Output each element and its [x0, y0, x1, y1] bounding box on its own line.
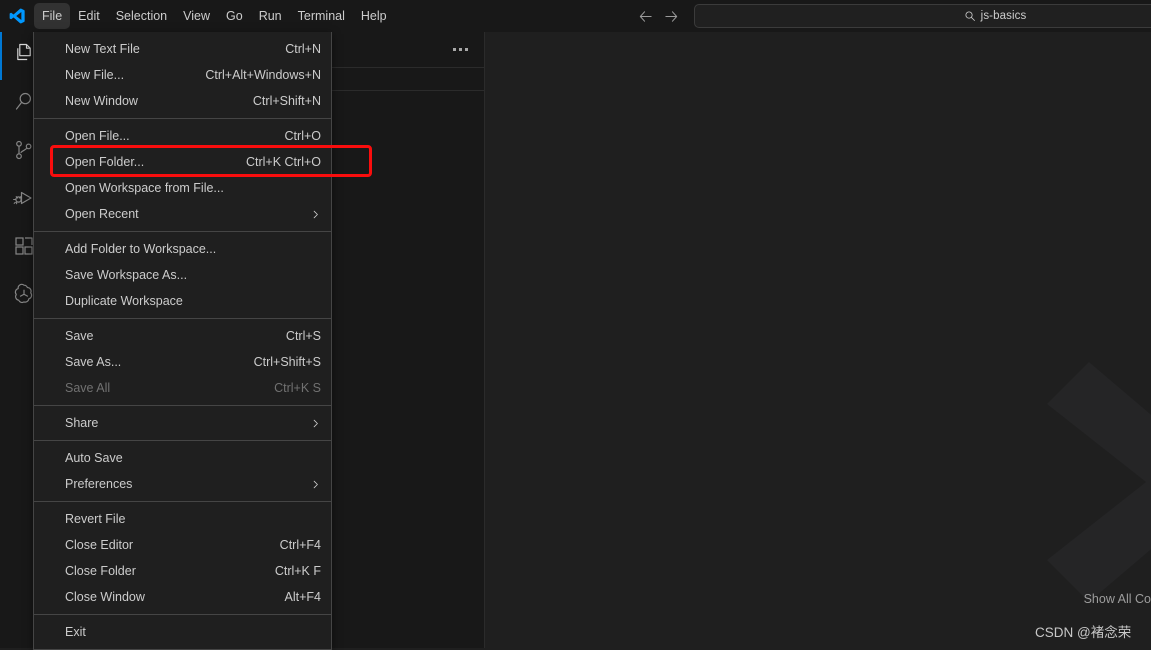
- title-bar-center: js-basics: [632, 0, 1151, 32]
- menu-item-label: Revert File: [65, 512, 126, 526]
- menubar-item-view[interactable]: View: [175, 3, 218, 29]
- menu-item-keybinding: Ctrl+F4: [279, 538, 321, 552]
- vscode-logo-icon: [0, 0, 34, 32]
- menu-item-close-folder[interactable]: Close Folder Ctrl+K F: [34, 558, 331, 584]
- menu-item-save-as[interactable]: Save As... Ctrl+Shift+S: [34, 349, 331, 375]
- menu-item-label: Open Workspace from File...: [65, 181, 224, 195]
- menu-item-exit[interactable]: Exit: [34, 619, 331, 645]
- menu-bar: File Edit Selection View Go Run Terminal…: [34, 0, 395, 32]
- dot: [465, 48, 468, 51]
- menubar-item-terminal[interactable]: Terminal: [290, 3, 353, 29]
- menu-item-new-text-file[interactable]: New Text File Ctrl+N: [34, 36, 331, 62]
- menu-separator: [34, 231, 331, 232]
- menu-item-open-file[interactable]: Open File... Ctrl+O: [34, 123, 331, 149]
- menu-item-label: Close Window: [65, 590, 145, 604]
- menu-item-add-folder-to-workspace[interactable]: Add Folder to Workspace...: [34, 236, 331, 262]
- menu-item-label: Save: [65, 329, 94, 343]
- menu-separator: [34, 118, 331, 119]
- menu-item-duplicate-workspace[interactable]: Duplicate Workspace: [34, 288, 331, 314]
- menu-separator: [34, 501, 331, 502]
- menu-item-open-recent[interactable]: Open Recent: [34, 201, 331, 227]
- menu-item-keybinding: Ctrl+Shift+N: [252, 94, 321, 108]
- menu-item-share[interactable]: Share: [34, 410, 331, 436]
- menu-item-save-all: Save All Ctrl+K S: [34, 375, 331, 401]
- menu-item-open-folder[interactable]: Open Folder... Ctrl+K Ctrl+O: [34, 149, 331, 175]
- menu-item-keybinding: Ctrl+K F: [274, 564, 321, 578]
- menu-item-new-window[interactable]: New Window Ctrl+Shift+N: [34, 88, 331, 114]
- title-bar: File Edit Selection View Go Run Terminal…: [0, 0, 1151, 32]
- dot: [459, 48, 462, 51]
- menu-item-open-workspace-from-file[interactable]: Open Workspace from File...: [34, 175, 331, 201]
- menu-item-label: Save All: [65, 381, 111, 395]
- chevron-right-icon: [310, 479, 321, 490]
- menu-item-label: Auto Save: [65, 451, 123, 465]
- chevron-right-icon: [310, 418, 321, 429]
- menu-item-label: Exit: [65, 625, 86, 639]
- arrow-left-icon[interactable]: [632, 5, 658, 27]
- menu-item-keybinding: Ctrl+S: [285, 329, 321, 343]
- menu-item-keybinding: Ctrl+N: [285, 42, 321, 56]
- menu-item-new-file[interactable]: New File... Ctrl+Alt+Windows+N: [34, 62, 331, 88]
- file-menu-dropdown: New Text File Ctrl+N New File... Ctrl+Alt+W…: [33, 32, 332, 650]
- menu-item-close-window[interactable]: Close Window Alt+F4: [34, 584, 331, 610]
- menu-item-label: New File...: [65, 68, 125, 82]
- menubar-item-help[interactable]: Help: [353, 3, 395, 29]
- command-center-value: js-basics: [980, 10, 1027, 22]
- menu-item-keybinding: Ctrl+K Ctrl+O: [245, 155, 321, 169]
- menu-item-close-editor[interactable]: Close Editor Ctrl+F4: [34, 532, 331, 558]
- menubar-item-edit[interactable]: Edit: [70, 3, 108, 29]
- csdn-watermark: CSDN @褚念荣: [1035, 625, 1132, 640]
- menu-item-label: Share: [65, 416, 99, 430]
- menu-item-label: Close Folder: [65, 564, 136, 578]
- menu-item-keybinding: Ctrl+Alt+Windows+N: [205, 68, 321, 82]
- menu-item-label: New Text File: [65, 42, 140, 56]
- menu-item-label: Duplicate Workspace: [65, 294, 183, 308]
- chevron-right-icon: [310, 209, 321, 220]
- menu-item-label: Close Editor: [65, 538, 134, 552]
- dot: [453, 48, 456, 51]
- editor-area: Show All Co: [485, 32, 1151, 648]
- menu-item-keybinding: Ctrl+Shift+S: [253, 355, 321, 369]
- menu-item-save-workspace-as[interactable]: Save Workspace As...: [34, 262, 331, 288]
- menu-item-keybinding: Ctrl+O: [284, 129, 321, 143]
- arrow-right-icon[interactable]: [658, 5, 684, 27]
- command-center-search[interactable]: js-basics: [694, 4, 1151, 28]
- menu-item-keybinding: Alt+F4: [284, 590, 321, 604]
- menu-item-save[interactable]: Save Ctrl+S: [34, 323, 331, 349]
- menu-separator: [34, 614, 331, 615]
- editor-hint-text: Show All Co: [1083, 592, 1151, 606]
- menu-separator: [34, 318, 331, 319]
- menubar-item-selection[interactable]: Selection: [108, 3, 175, 29]
- menu-item-label: Add Folder to Workspace...: [65, 242, 217, 256]
- menu-item-label: Save Workspace As...: [65, 268, 188, 282]
- ellipsis-icon[interactable]: [453, 48, 468, 51]
- menu-item-keybinding: Ctrl+K S: [274, 381, 321, 395]
- menu-item-auto-save[interactable]: Auto Save: [34, 445, 331, 471]
- menu-separator: [34, 405, 331, 406]
- menubar-item-run[interactable]: Run: [251, 3, 290, 29]
- menu-item-label: Preferences: [65, 477, 133, 491]
- search-icon: [964, 10, 976, 22]
- menu-item-preferences[interactable]: Preferences: [34, 471, 331, 497]
- menu-item-label: Open Recent: [65, 207, 139, 221]
- menu-item-label: Open Folder...: [65, 155, 145, 169]
- menubar-item-file[interactable]: File: [34, 3, 71, 29]
- menubar-item-go[interactable]: Go: [218, 3, 251, 29]
- menu-item-label: New Window: [65, 94, 138, 108]
- menu-item-label: Open File...: [65, 129, 130, 143]
- menu-item-label: Save As...: [65, 355, 122, 369]
- menu-separator: [34, 440, 331, 441]
- menu-item-revert-file[interactable]: Revert File: [34, 506, 331, 532]
